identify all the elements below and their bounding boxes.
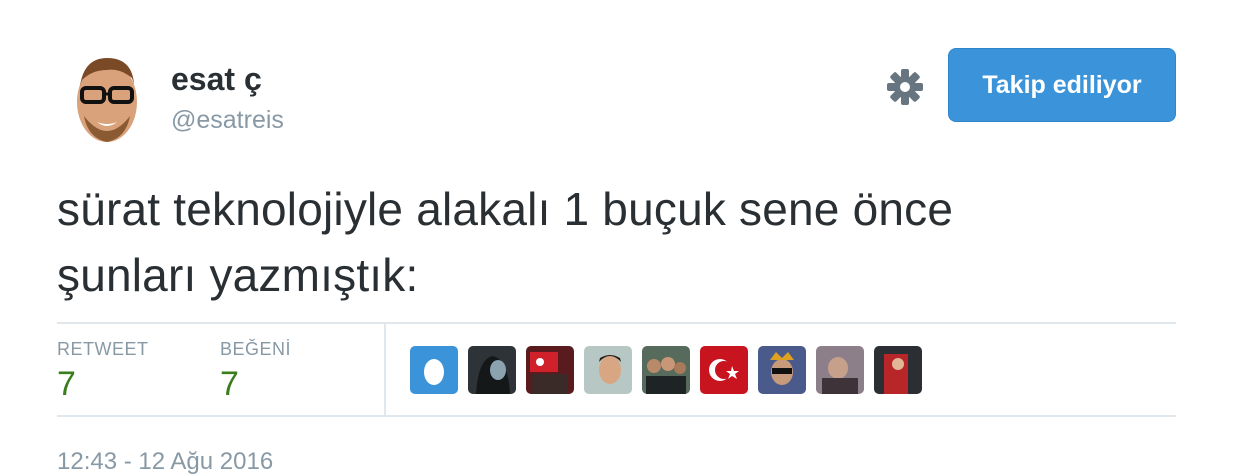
liker-avatar[interactable] — [642, 346, 690, 394]
user-avatar[interactable] — [70, 50, 144, 146]
display-name[interactable]: esat ç — [171, 59, 262, 99]
like-label: BEĞENİ — [220, 339, 292, 359]
tweet-text: sürat teknolojiyle alakalı 1 buçuk sene … — [57, 176, 1177, 308]
retweet-stat[interactable]: RETWEET 7 — [57, 338, 149, 406]
liker-avatar[interactable] — [758, 346, 806, 394]
retweet-label: RETWEET — [57, 339, 149, 359]
stats-top-divider — [57, 322, 1176, 324]
stats-vertical-divider — [384, 324, 386, 415]
following-button[interactable]: Takip ediliyor — [948, 48, 1176, 122]
tweet-text-line-2: şunları yazmıştık: — [57, 249, 419, 301]
liker-avatar[interactable] — [468, 346, 516, 394]
liker-avatar[interactable] — [700, 346, 748, 394]
like-count: 7 — [220, 365, 239, 403]
liker-avatar[interactable] — [816, 346, 864, 394]
like-stat[interactable]: BEĞENİ 7 — [220, 338, 291, 406]
liker-avatar[interactable] — [874, 346, 922, 394]
user-handle[interactable]: @esatreis — [171, 104, 284, 136]
retweet-count: 7 — [57, 365, 76, 403]
gear-icon[interactable] — [884, 66, 926, 108]
tweet-timestamp[interactable]: 12:43 - 12 Ağu 2016 — [57, 448, 273, 474]
liker-avatar[interactable] — [584, 346, 632, 394]
stats-bottom-divider — [57, 415, 1176, 417]
liker-avatar-egg[interactable] — [410, 346, 458, 394]
liker-avatar[interactable] — [526, 346, 574, 394]
likers-list — [410, 346, 922, 394]
tweet-text-line-1: sürat teknolojiyle alakalı 1 buçuk sene … — [57, 183, 954, 235]
